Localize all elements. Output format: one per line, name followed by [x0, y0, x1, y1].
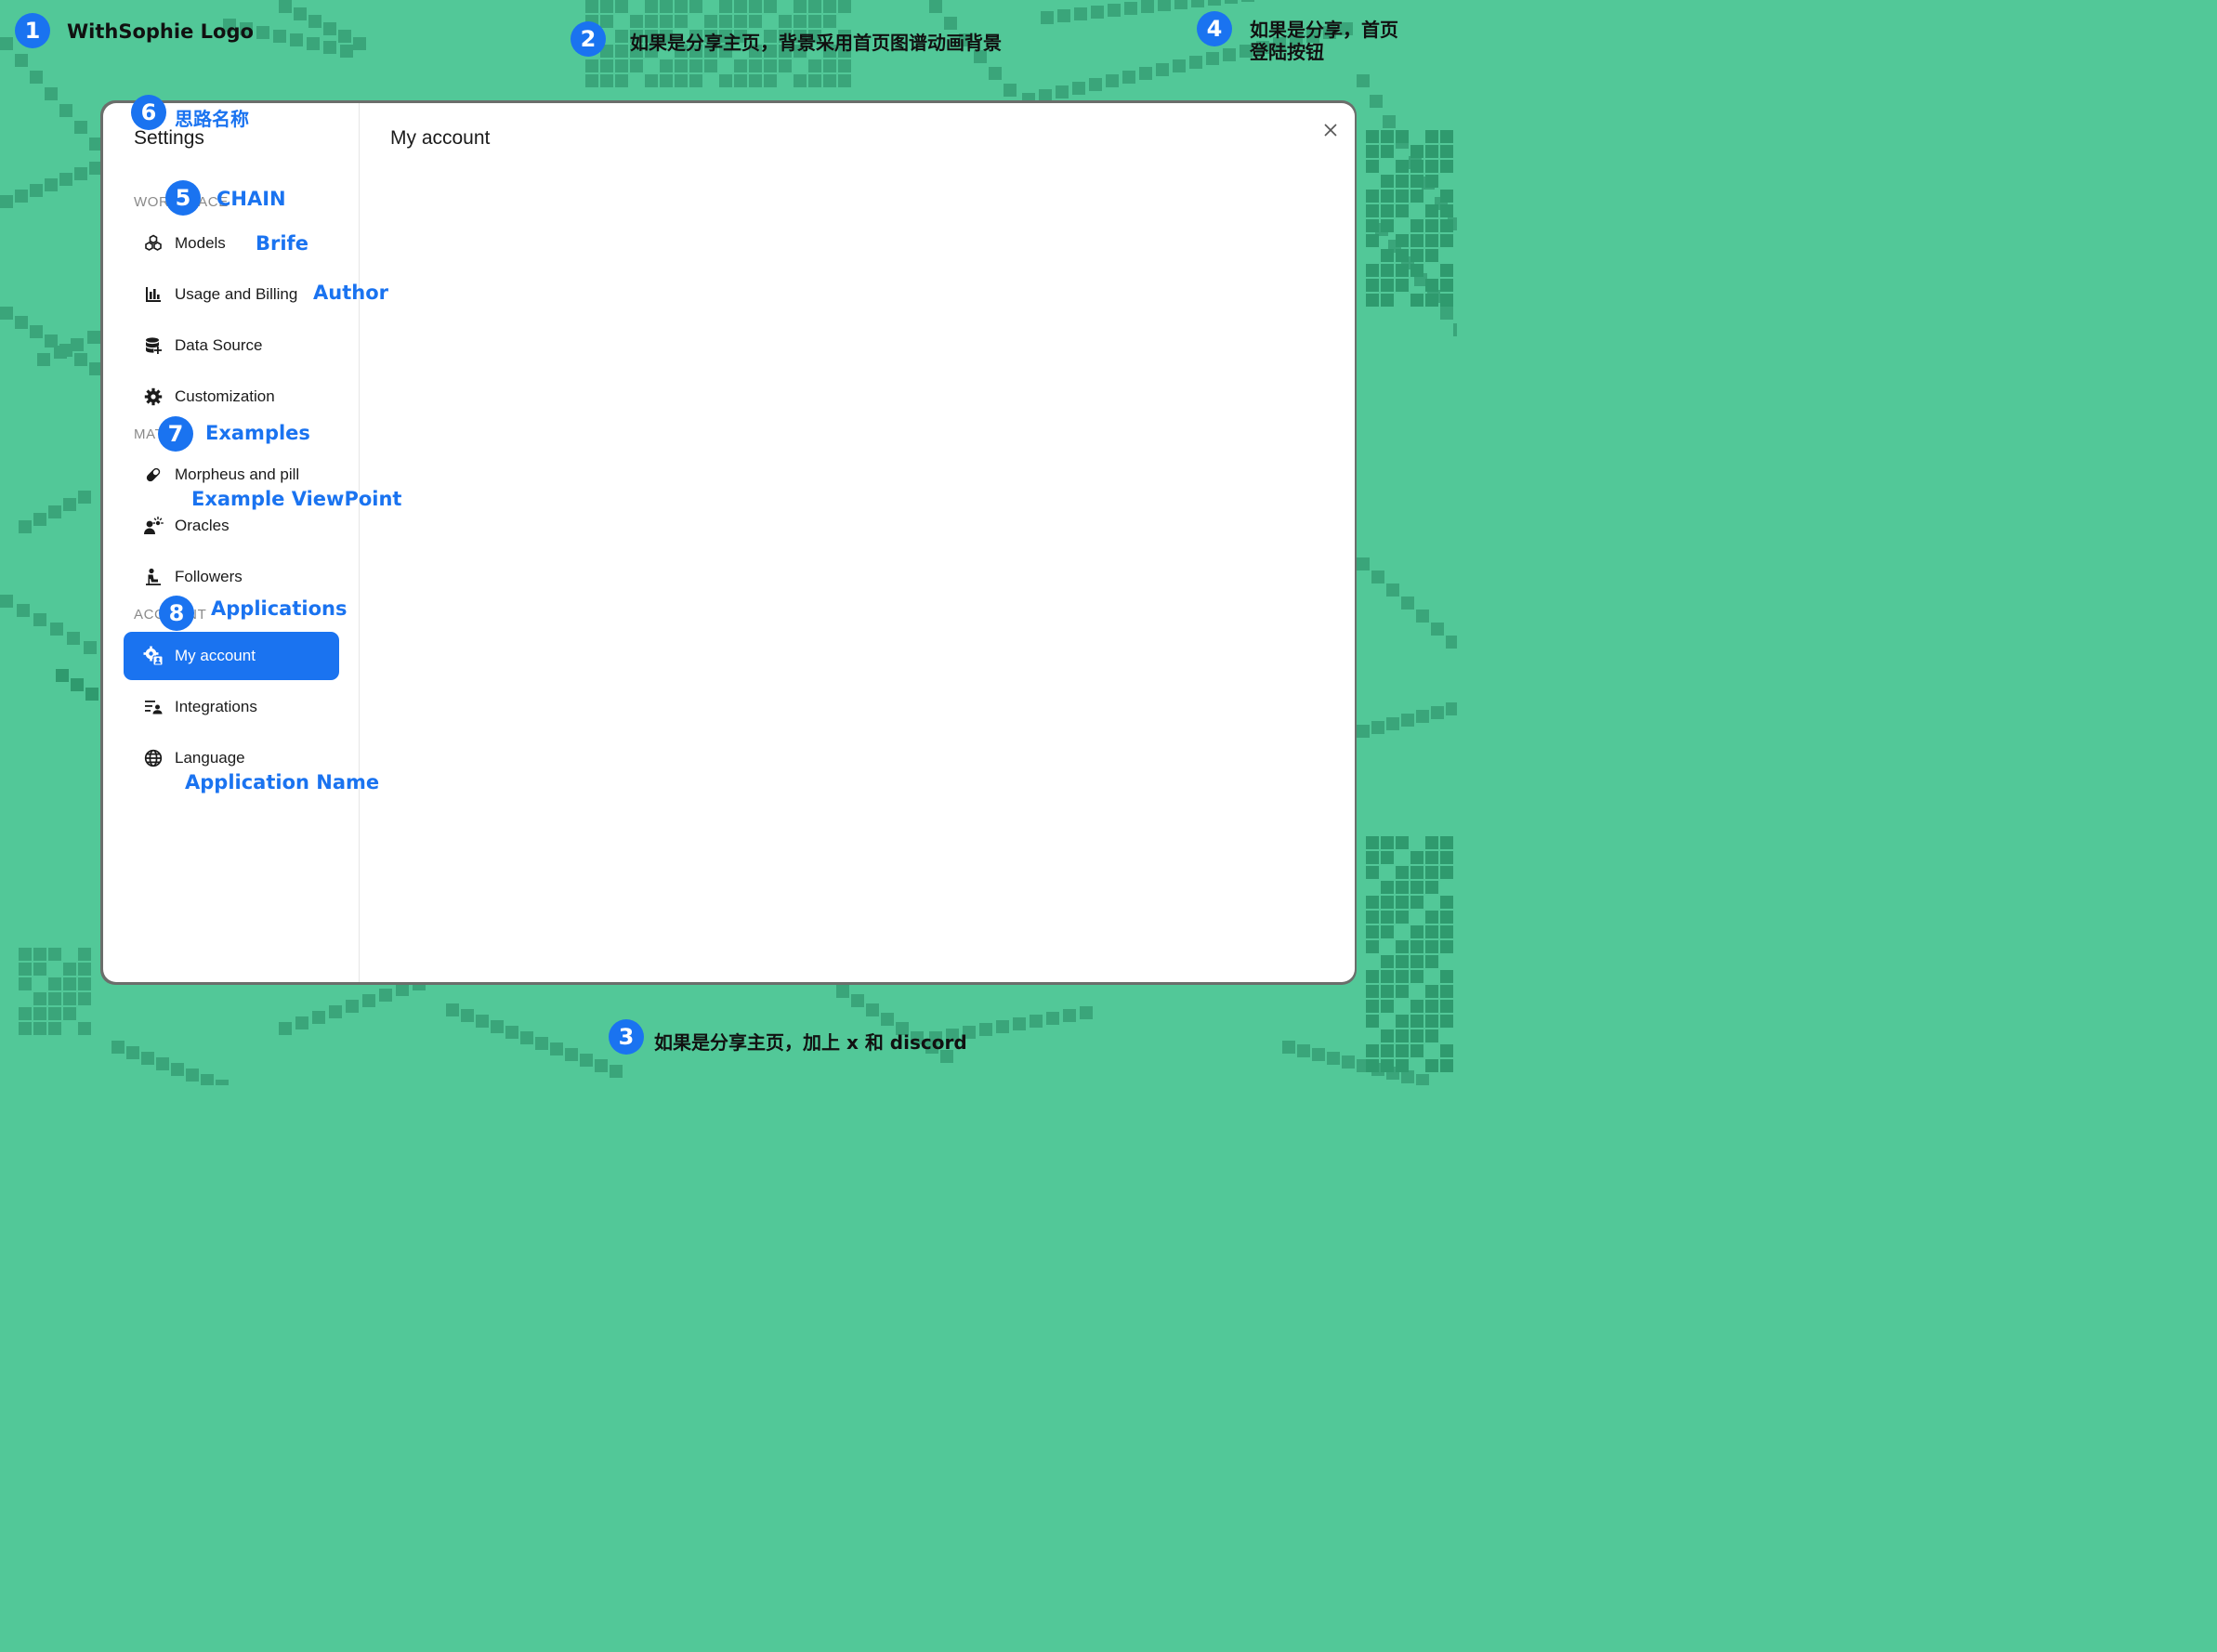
annotation-marker-6: 6	[131, 95, 166, 130]
globe-icon	[143, 748, 164, 768]
settings-sidebar: Settings WORKSPACE Models Usage and Bill…	[103, 103, 360, 982]
annotation-login-note-line2: 登陆按钮	[1250, 41, 1324, 63]
annotation-marker-5: 5	[165, 180, 201, 216]
sidebar-item-customization[interactable]: Customization	[124, 373, 339, 421]
sidebar-item-my-account[interactable]: My account	[124, 632, 339, 680]
annotation-chain: CHAIN	[216, 188, 286, 210]
annotation-marker-8: 8	[159, 596, 194, 631]
annotation-applications: Applications	[211, 597, 348, 620]
annotation-logo-note: WithSophie Logo	[67, 20, 254, 43]
person-seated-icon	[143, 567, 164, 587]
sidebar-item-label: My account	[175, 647, 256, 664]
user-gear-icon	[143, 646, 164, 666]
annotation-social-note: 如果是分享主页，加上 x 和 discord	[654, 1031, 967, 1054]
sidebar-item-data-source[interactable]: Data Source	[124, 321, 339, 370]
annotation-application-name: Application Name	[185, 771, 380, 793]
annotation-author: Author	[313, 282, 388, 304]
bar-chart-icon	[143, 284, 164, 305]
annotation-example-viewpoint: Example ViewPoint	[191, 488, 402, 510]
sidebar-item-label: Models	[175, 234, 226, 252]
sidebar-item-label: Customization	[175, 387, 275, 405]
content-title: My account	[390, 127, 491, 149]
annotation-examples: Examples	[205, 422, 310, 444]
sidebar-item-followers[interactable]: Followers	[124, 553, 339, 601]
database-add-icon	[143, 335, 164, 356]
annotation-background-note: 如果是分享主页，背景采用首页图谱动画背景	[630, 32, 1002, 54]
annotation-marker-4: 4	[1197, 11, 1232, 46]
sidebar-item-label: Followers	[175, 568, 243, 585]
annotation-marker-2: 2	[571, 21, 606, 57]
person-idea-icon	[143, 516, 164, 536]
sidebar-item-label: Language	[175, 749, 245, 767]
sidebar-item-label: Oracles	[175, 517, 230, 534]
close-button[interactable]	[1320, 120, 1341, 140]
annotation-idea-name: 思路名称	[175, 108, 249, 130]
sidebar-item-label: Morpheus and pill	[175, 465, 300, 483]
sidebar-item-label: Usage and Billing	[175, 285, 298, 303]
annotation-marker-3: 3	[609, 1019, 644, 1055]
sidebar-item-label: Data Source	[175, 336, 263, 354]
annotation-marker-1: 1	[15, 13, 50, 48]
close-icon	[1324, 124, 1337, 137]
sidebar-item-label: Integrations	[175, 698, 257, 715]
sidebar-item-integrations[interactable]: Integrations	[124, 683, 339, 731]
gear-icon	[143, 387, 164, 407]
sidebar-item-usage-billing[interactable]: Usage and Billing	[124, 270, 339, 319]
annotation-brife: Brife	[256, 232, 308, 255]
pill-icon	[143, 465, 164, 485]
list-person-icon	[143, 697, 164, 717]
annotation-marker-7: 7	[158, 416, 193, 452]
cubes-icon	[143, 233, 164, 254]
